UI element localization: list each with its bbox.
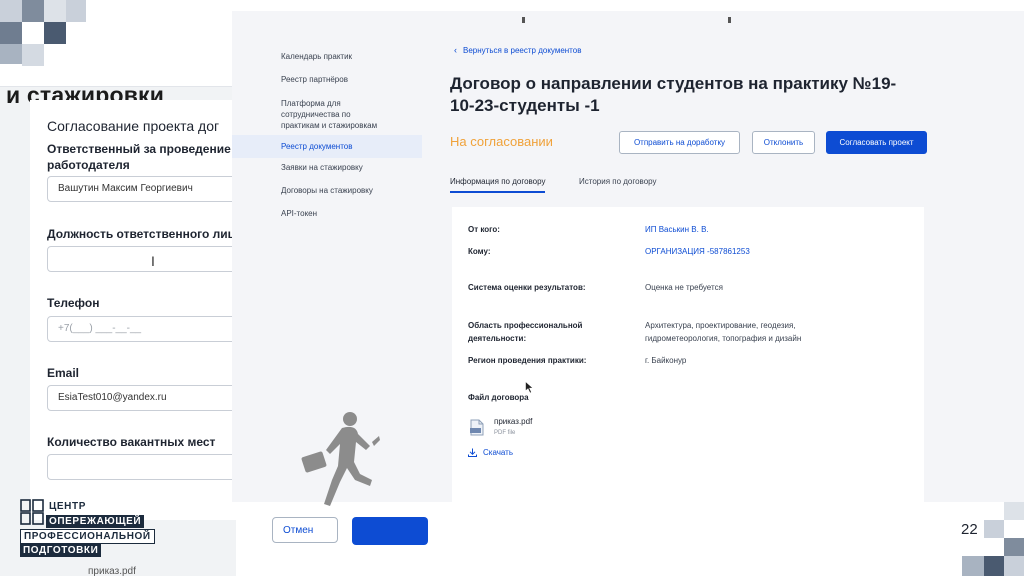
document-content: ‹ Вернуться в реестр документов Договор о…	[450, 11, 1010, 502]
presentation-slide: и стажировки Согласование проекта дог От…	[0, 0, 1024, 576]
page-title-line: 10-23-студенты -1	[450, 96, 600, 115]
from-label: От кого:	[468, 225, 500, 234]
status-badge: На согласовании	[450, 134, 553, 149]
region-label: Регион проведения практики:	[468, 356, 587, 365]
chevron-left-icon: ‹	[454, 45, 457, 55]
cop-logo-mark-icon	[20, 499, 44, 525]
email-label: Email	[47, 366, 80, 380]
sidebar-item-internship-requests[interactable]: Заявки на стажировку	[232, 162, 363, 173]
decor-square	[984, 556, 1004, 576]
logo-line: ЦЕНТР	[46, 500, 89, 513]
decor-square	[1004, 556, 1024, 576]
text-cursor-icon: I	[151, 253, 155, 269]
sidebar-item-platform[interactable]: Платформа для сотрудничества по практика…	[232, 98, 422, 131]
form-title: Согласование проекта дог	[47, 118, 220, 134]
file-type: PDF file	[494, 430, 516, 436]
sidebar-item-api-token[interactable]: API-токен	[232, 208, 317, 219]
reject-button[interactable]: Отклонить	[752, 131, 815, 154]
decor-square	[1004, 538, 1024, 556]
area-label-line: Область профессиональной	[468, 321, 583, 330]
tab-contract-info[interactable]: Информация по договору	[450, 177, 546, 193]
document-tabs: Информация по договору История по догово…	[450, 177, 1010, 193]
decor-square	[22, 44, 44, 66]
sidebar-item-documents[interactable]: Реестр документов	[232, 135, 422, 158]
area-value: Архитектура, проектирование, геодезия, г…	[645, 319, 801, 345]
decor-square	[66, 0, 86, 22]
decor-square	[984, 520, 1004, 538]
slide-page-number: 22	[961, 521, 978, 538]
decor-square	[44, 0, 66, 22]
back-link[interactable]: ‹ Вернуться в реестр документов	[454, 45, 581, 55]
cancel-button[interactable]: Отмен	[272, 517, 338, 543]
running-businessman-illustration	[301, 412, 380, 506]
contract-info-panel: От кого: ИП Васькин В. В. Кому: ОРГАНИЗА…	[452, 207, 924, 502]
sidebar-item-partners[interactable]: Реестр партнёров	[232, 74, 348, 85]
pdf-file-icon	[470, 419, 484, 436]
logo-line: ПОДГОТОВКИ	[20, 544, 102, 557]
tab-contract-history[interactable]: История по договору	[579, 177, 657, 191]
download-label: Скачать	[483, 448, 513, 457]
area-label: Область профессиональной деятельности:	[468, 319, 582, 345]
evaluation-value: Оценка не требуется	[645, 283, 723, 292]
vacancies-label: Количество вакантных мест	[47, 435, 216, 449]
area-label-line: деятельности:	[468, 334, 527, 343]
to-label: Кому:	[468, 247, 491, 256]
sidebar-item-label: Платформа для	[281, 99, 341, 108]
to-value-link[interactable]: ОРГАНИЗАЦИЯ -587861253	[645, 245, 750, 258]
file-name[interactable]: приказ.pdf	[494, 417, 532, 426]
sidebar-item-internship-contracts[interactable]: Договоры на стажировку	[232, 185, 373, 196]
back-link-label: Вернуться в реестр документов	[463, 46, 582, 55]
logo-line: ОПЕРЕЖАЮЩЕЙ	[46, 515, 145, 528]
page-title: Договор о направлении студентов на практ…	[450, 73, 950, 117]
logo-line: ПРОФЕССИОНАЛЬНОЙ	[20, 529, 155, 544]
responsible-label: Ответственный за проведение пр	[47, 142, 249, 156]
decor-square	[0, 0, 22, 22]
sidebar-item-label: практикам и стажировкам	[281, 121, 378, 130]
approve-project-button[interactable]: Согласовать проект	[826, 131, 927, 154]
send-for-revision-button[interactable]: Отправить на доработку	[619, 131, 740, 154]
from-value-link[interactable]: ИП Васькин В. В.	[645, 223, 709, 236]
decor-square	[0, 22, 22, 44]
decor-square	[44, 22, 66, 44]
bottom-file-name: приказ.pdf	[88, 566, 136, 576]
file-heading: Файл договора	[468, 393, 529, 402]
area-value-line: Архитектура, проектирование, геодезия,	[645, 321, 796, 330]
decor-square	[962, 556, 984, 576]
sidebar-item-calendar[interactable]: Календарь практик	[232, 51, 352, 62]
evaluation-label: Система оценки результатов:	[468, 283, 586, 292]
area-value-line: гидрометеорология, топография и дизайн	[645, 334, 802, 343]
submit-button[interactable]	[352, 517, 428, 545]
decor-square	[0, 44, 22, 64]
sidebar-item-label: сотрудничества по	[281, 110, 351, 119]
region-value: г. Байконур	[645, 356, 687, 365]
position-label: Должность ответственного лица	[47, 227, 242, 241]
decor-square	[1004, 500, 1024, 520]
mouse-pointer-icon	[525, 381, 534, 394]
download-link[interactable]: Скачать	[468, 448, 513, 457]
decor-square	[22, 0, 44, 22]
page-title-line: Договор о направлении студентов на практ…	[450, 74, 897, 93]
responsible-label-line2: работодателя	[47, 158, 130, 172]
phone-label: Телефон	[47, 296, 100, 310]
download-icon	[468, 448, 477, 457]
